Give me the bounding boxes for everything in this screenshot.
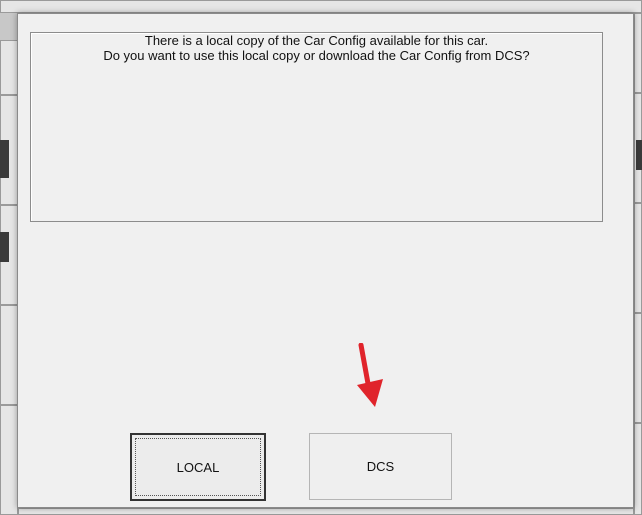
background-right-panel — [634, 13, 642, 93]
message-line-1: There is a local copy of the Car Config … — [144, 33, 489, 48]
background-left-panel — [0, 305, 18, 405]
car-config-dialog: There is a local copy of the Car Config … — [17, 13, 634, 508]
dcs-button-label: DCS — [366, 459, 395, 474]
background-left-panel — [0, 40, 18, 95]
local-button[interactable]: LOCAL — [130, 433, 266, 501]
dcs-button[interactable]: DCS — [309, 433, 452, 500]
background-left-panel — [0, 405, 18, 515]
red-arrow-head — [357, 379, 383, 407]
background-icon-fragment — [0, 232, 9, 262]
message-box: There is a local copy of the Car Config … — [30, 32, 603, 222]
red-arrow-shaft — [358, 343, 372, 392]
background-right-panel — [634, 423, 642, 515]
background-right-panel — [634, 313, 642, 423]
background-bottom-strip — [18, 508, 634, 515]
message-line-2: Do you want to use this local copy or do… — [103, 48, 530, 63]
focus-rectangle — [135, 438, 261, 496]
red-arrow-icon — [357, 343, 383, 407]
background-right-panel — [634, 203, 642, 313]
background-icon-fragment — [636, 140, 642, 170]
background-top-strip — [0, 0, 642, 13]
background-icon-fragment — [0, 140, 9, 178]
